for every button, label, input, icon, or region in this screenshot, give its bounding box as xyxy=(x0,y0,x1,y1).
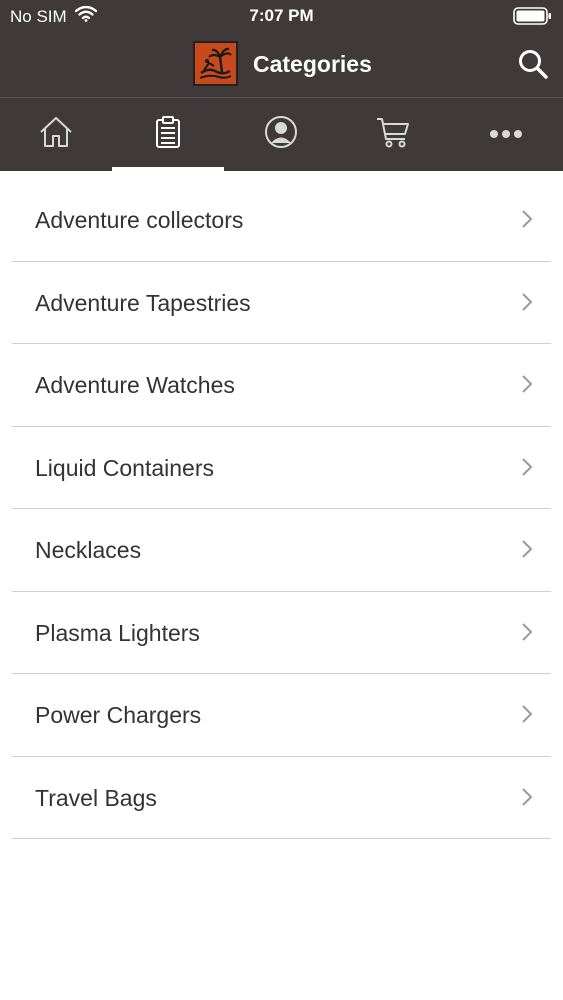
navigation-bar: Categories xyxy=(0,32,563,97)
list-item[interactable]: Necklaces xyxy=(12,509,551,592)
tab-account[interactable] xyxy=(225,98,337,171)
home-icon xyxy=(38,115,74,154)
tab-orders[interactable] xyxy=(112,98,224,171)
list-item[interactable]: Adventure Watches xyxy=(12,344,551,427)
category-label: Adventure collectors xyxy=(35,207,244,233)
category-label: Liquid Containers xyxy=(35,454,215,481)
category-label: Plasma Lighters xyxy=(35,619,200,646)
category-label: Adventure Tapestries xyxy=(35,289,251,316)
cart-icon xyxy=(375,115,411,154)
chevron-right-icon xyxy=(521,292,533,317)
list-item[interactable]: Liquid Containers xyxy=(12,427,551,509)
chevron-right-icon xyxy=(521,539,533,564)
list-item[interactable]: Plasma Lighters xyxy=(12,592,551,674)
tab-home[interactable] xyxy=(0,98,112,171)
list-item[interactable]: Adventure Tapestries xyxy=(12,262,551,344)
status-bar: No SIM 7:07 PM xyxy=(0,0,563,32)
category-label: Power Chargers xyxy=(35,702,202,728)
chevron-right-icon xyxy=(521,622,533,647)
list-item[interactable]: Power Chargers xyxy=(12,674,551,757)
user-icon xyxy=(264,115,298,154)
clipboard-icon xyxy=(154,115,182,154)
chevron-right-icon xyxy=(521,787,533,812)
category-list: Adventure collectors Adventure Tapestrie… xyxy=(0,179,563,839)
tab-bar xyxy=(0,97,563,171)
tab-cart[interactable] xyxy=(337,98,449,171)
chevron-right-icon xyxy=(521,374,533,399)
chevron-right-icon xyxy=(521,457,533,482)
list-item[interactable]: Travel Bags xyxy=(12,757,551,839)
battery-icon xyxy=(513,7,553,30)
app-logo xyxy=(193,41,238,86)
status-time: 7:07 PM xyxy=(249,6,314,25)
category-label: Travel Bags xyxy=(35,784,157,811)
search-icon xyxy=(517,50,549,84)
search-button[interactable] xyxy=(517,48,549,80)
category-label: Adventure Watches xyxy=(35,372,235,398)
page-title: Categories xyxy=(253,51,372,77)
category-label: Necklaces xyxy=(35,537,142,563)
list-item[interactable]: Adventure collectors xyxy=(12,179,551,262)
tab-more[interactable] xyxy=(450,98,562,171)
more-icon xyxy=(489,126,523,144)
chevron-right-icon xyxy=(521,209,533,234)
chevron-right-icon xyxy=(521,704,533,729)
